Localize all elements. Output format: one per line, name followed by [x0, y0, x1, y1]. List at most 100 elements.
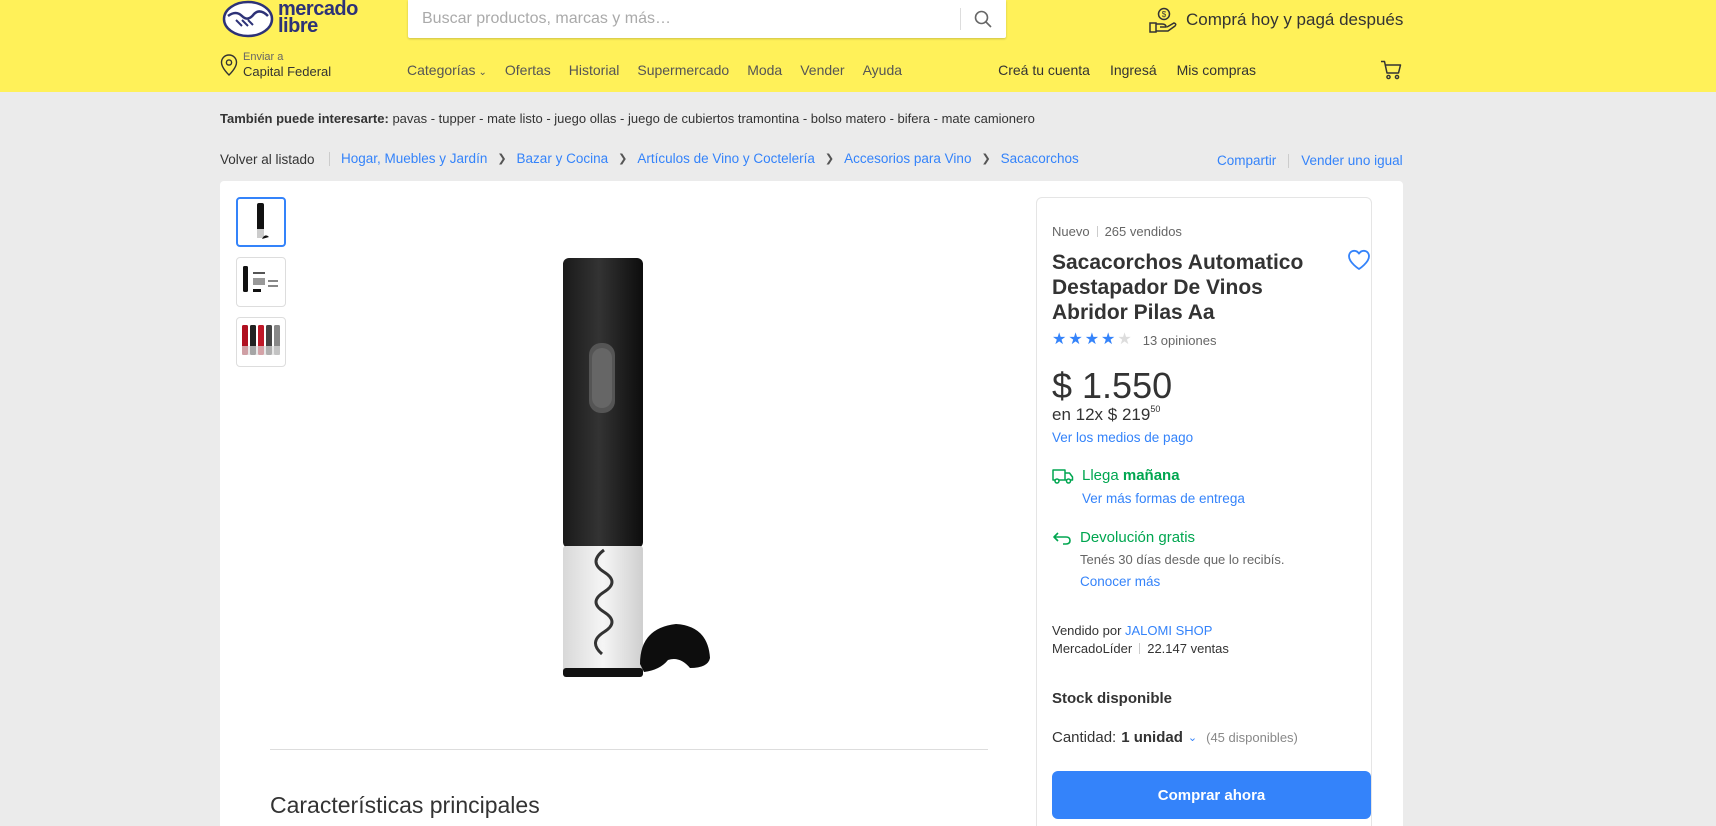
thumbnail-2[interactable] — [236, 257, 286, 307]
corkscrew-diagram-thumbnail-image — [243, 266, 278, 292]
promo-banner[interactable]: $ Comprá hoy y pagá después — [1148, 6, 1403, 34]
product-condition: Nuevo 265 vendidos — [1052, 224, 1182, 239]
seller-name-link[interactable]: JALOMI SHOP — [1125, 623, 1212, 638]
logo-text-line2: libre — [278, 15, 318, 37]
related-searches: También puede interesarte: pavas - tuppe… — [220, 111, 1035, 126]
breadcrumb-item[interactable]: Artículos de Vino y Coctelería — [637, 151, 815, 166]
seller-meta: MercadoLíder 22.147 ventas — [1052, 641, 1229, 656]
return-arrow-icon — [1052, 530, 1072, 551]
thumbnail-3[interactable] — [236, 317, 286, 367]
star-icon: ★ — [1068, 331, 1083, 348]
breadcrumb-item[interactable]: Hogar, Muebles y Jardín — [341, 151, 487, 166]
nav-historial[interactable]: Historial — [569, 62, 620, 78]
back-to-list-link[interactable]: Volver al listado — [220, 152, 315, 167]
seller-level: MercadoLíder — [1052, 641, 1133, 656]
product-title: Sacacorchos Automatico Destapador De Vin… — [1052, 251, 1304, 324]
header: mercado libre $ Comprá hoy y pagá despué… — [0, 0, 1716, 92]
location-pin-icon — [220, 54, 238, 76]
sell-same-link[interactable]: Vender uno igual — [1301, 153, 1402, 168]
section-divider — [270, 749, 988, 750]
chevron-down-icon: ⌄ — [478, 67, 487, 78]
breadcrumb-divider — [329, 152, 330, 166]
nav-categorias[interactable]: Categorías ⌄ — [407, 62, 487, 78]
truck-icon — [1052, 468, 1074, 489]
seller-sales: 22.147 ventas — [1147, 641, 1229, 656]
installments-cents: 50 — [1150, 404, 1161, 414]
installments: en 12x $ 21950 — [1052, 404, 1160, 425]
star-icon: ★ — [1101, 331, 1116, 348]
search-box — [408, 0, 1006, 38]
nav-ayuda[interactable]: Ayuda — [863, 62, 902, 78]
chevron-right-icon: ❯ — [824, 153, 835, 165]
nav-vender[interactable]: Vender — [800, 62, 844, 78]
stock-status: Stock disponible — [1052, 690, 1173, 707]
star-icon: ★ — [1084, 331, 1100, 348]
location-value: Capital Federal — [243, 64, 332, 79]
quantity-label: Cantidad: — [1052, 729, 1117, 746]
condition-divider — [1096, 226, 1098, 237]
nav-ofertas[interactable]: Ofertas — [505, 62, 551, 78]
star-empty-icon: ★ — [1117, 331, 1132, 348]
nav-supermercado[interactable]: Supermercado — [637, 62, 729, 78]
shipping-day: mañana — [1122, 467, 1180, 484]
breadcrumb-item[interactable]: Sacacorchos — [1001, 151, 1079, 166]
nav-moda[interactable]: Moda — [747, 62, 782, 78]
related-searches-label: También puede interesarte: — [220, 111, 389, 126]
search-button[interactable] — [960, 0, 1006, 38]
reviews-count: 13 opiniones — [1142, 332, 1217, 348]
corkscrew-colors-thumbnail-image — [242, 325, 280, 355]
shipping-options-link[interactable]: Ver más formas de entrega — [1082, 491, 1245, 506]
sold-by-label: Vendido por — [1052, 623, 1126, 638]
quantity-available: (45 disponibles) — [1206, 730, 1298, 745]
quantity-selector[interactable]: Cantidad: 1 unidad ⌄ (45 disponibles) — [1052, 729, 1298, 746]
chevron-right-icon: ❯ — [618, 153, 628, 165]
corkscrew-image — [563, 258, 710, 677]
my-purchases-link[interactable]: Mis compras — [1177, 62, 1256, 78]
free-return-title: Devolución gratis — [1080, 529, 1196, 546]
star-icon: ★ — [1052, 331, 1067, 348]
search-icon — [974, 10, 992, 28]
share-link[interactable]: Compartir — [1217, 153, 1276, 168]
chevron-right-icon: ❯ — [981, 153, 991, 165]
sold-count: 265 vendidos — [1104, 224, 1182, 239]
breadcrumb-item[interactable]: Accesorios para Vino — [844, 151, 971, 166]
chevron-right-icon: ❯ — [497, 153, 507, 165]
mercadolibre-logo[interactable]: mercado libre — [222, 0, 358, 40]
breadcrumb-item[interactable]: Bazar y Cocina — [517, 151, 609, 166]
chevron-down-icon: ⌄ — [1187, 732, 1198, 744]
hand-coin-icon: $ — [1149, 7, 1177, 33]
heart-icon — [1348, 249, 1370, 270]
search-input[interactable] — [422, 0, 962, 38]
seller-info: Vendido por JALOMI SHOP — [1052, 623, 1212, 638]
main-nav: Categorías ⌄ Ofertas Historial Supermerca… — [407, 62, 902, 78]
price: $ 1.550 — [1052, 365, 1173, 406]
shipping-prefix: Llega — [1082, 467, 1123, 484]
favorite-button[interactable] — [1347, 249, 1371, 276]
rating[interactable]: ★ ★ ★ ★ ★ 13 opiniones — [1052, 332, 1216, 348]
nav-categorias-label: Categorías — [407, 62, 476, 78]
cart-icon — [1381, 60, 1402, 80]
corkscrew-thumbnail-image — [257, 203, 269, 239]
login-link[interactable]: Ingresá — [1110, 62, 1157, 78]
free-return-description: Tenés 30 días desde que lo recibís. — [1080, 552, 1285, 567]
thumbnail-1[interactable] — [236, 197, 286, 247]
related-searches-items[interactable]: pavas - tupper - mate listo - juego olla… — [392, 111, 1034, 126]
promo-text: Comprá hoy y pagá después — [1186, 10, 1404, 29]
condition-label: Nuevo — [1052, 224, 1090, 239]
location-label: Enviar a — [243, 51, 284, 63]
share-divider — [1288, 153, 1290, 168]
learn-more-link[interactable]: Conocer más — [1080, 574, 1160, 589]
shipping-info: Llega mañana — [1082, 467, 1180, 484]
quantity-value: 1 unidad — [1121, 729, 1183, 746]
create-account-link[interactable]: Creá tu cuenta — [998, 62, 1090, 78]
svg-text:$: $ — [1162, 10, 1167, 19]
breadcrumb: Hogar, Muebles y Jardín ❯ Bazar y Cocina… — [341, 151, 1079, 166]
buy-now-button[interactable]: Comprar ahora — [1052, 771, 1371, 819]
share-actions: Compartir Vender uno igual — [1217, 153, 1403, 168]
product-main-image[interactable] — [540, 250, 740, 690]
payment-methods-link[interactable]: Ver los medios de pago — [1052, 430, 1193, 445]
cart-button[interactable] — [1380, 60, 1402, 85]
installments-text: en 12x $ 219 — [1052, 405, 1151, 424]
features-title: Características principales — [270, 792, 540, 818]
user-nav: Creá tu cuenta Ingresá Mis compras — [998, 62, 1256, 78]
